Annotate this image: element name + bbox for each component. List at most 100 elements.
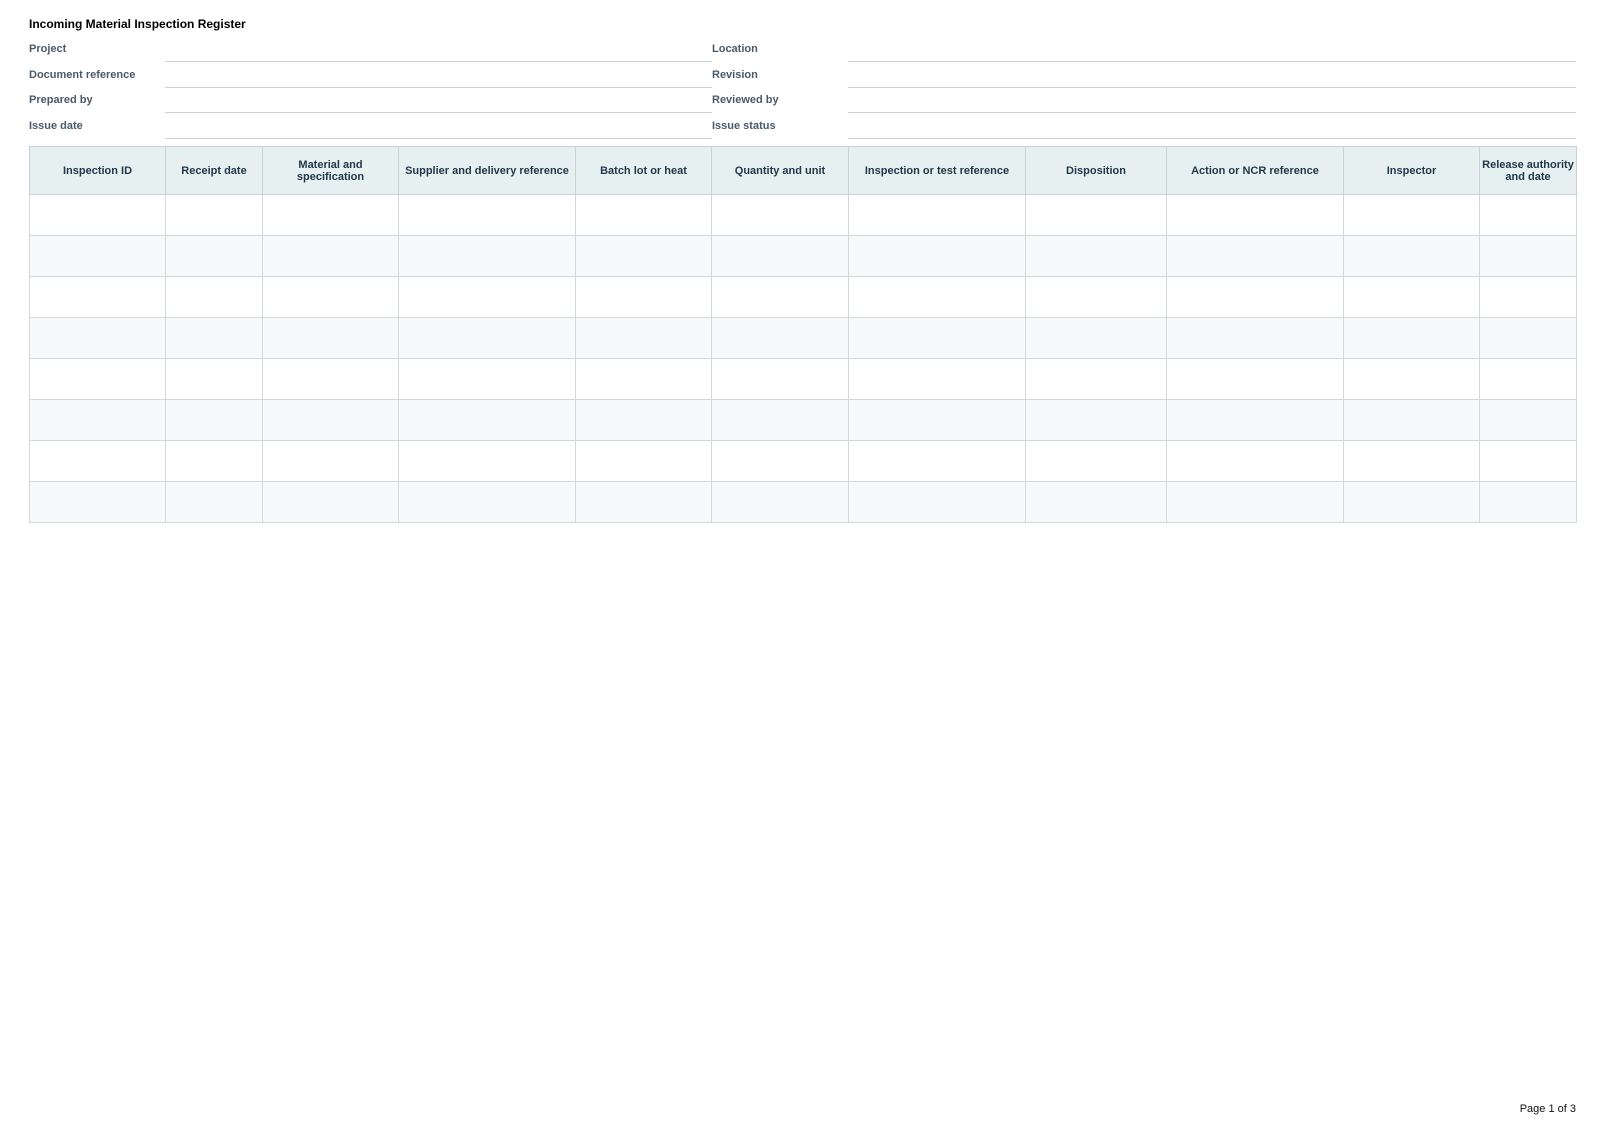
table-cell[interactable] [575,276,712,318]
prepared-by-field[interactable] [165,88,712,113]
table-cell[interactable] [575,358,712,400]
table-row [29,440,1577,482]
table-cell[interactable] [29,194,166,236]
table-cell[interactable] [262,358,399,400]
table-cell[interactable] [1343,440,1480,482]
table-cell[interactable] [711,235,849,277]
table-cell[interactable] [165,440,263,482]
table-cell[interactable] [29,317,166,359]
table-cell[interactable] [262,276,399,318]
table-cell[interactable] [262,235,399,277]
table-cell[interactable] [1343,481,1480,523]
table-cell[interactable] [711,276,849,318]
table-cell[interactable] [1025,276,1167,318]
table-cell[interactable] [29,481,166,523]
issue-date-field[interactable] [165,114,712,139]
table-cell[interactable] [29,399,166,441]
table-cell[interactable] [848,317,1026,359]
table-cell[interactable] [711,317,849,359]
table-cell[interactable] [1479,276,1577,318]
table-cell[interactable] [575,235,712,277]
table-cell[interactable] [1479,481,1577,523]
table-cell[interactable] [1025,358,1167,400]
table-cell[interactable] [29,440,166,482]
table-cell[interactable] [848,481,1026,523]
location-field[interactable] [848,37,1576,62]
table-cell[interactable] [711,194,849,236]
location-label: Location [712,43,758,55]
table-cell[interactable] [1025,194,1167,236]
table-cell[interactable] [1166,276,1344,318]
table-cell[interactable] [711,440,849,482]
table-cell[interactable] [398,235,576,277]
table-cell[interactable] [29,276,166,318]
table-cell[interactable] [165,481,263,523]
project-field[interactable] [165,37,712,62]
table-cell[interactable] [262,440,399,482]
table-cell[interactable] [1166,317,1344,359]
table-cell[interactable] [398,440,576,482]
table-cell[interactable] [1166,399,1344,441]
table-cell[interactable] [575,440,712,482]
table-cell[interactable] [262,481,399,523]
table-row [29,276,1577,318]
table-cell[interactable] [1479,399,1577,441]
table-cell[interactable] [1343,276,1480,318]
table-cell[interactable] [575,481,712,523]
table-cell[interactable] [1343,399,1480,441]
table-cell[interactable] [711,358,849,400]
table-cell[interactable] [1343,235,1480,277]
table-cell[interactable] [1025,440,1167,482]
table-cell[interactable] [29,235,166,277]
table-row [29,358,1577,400]
table-cell[interactable] [848,399,1026,441]
table-cell[interactable] [165,276,263,318]
issue-status-field[interactable] [848,114,1576,139]
table-cell[interactable] [1343,358,1480,400]
table-cell[interactable] [575,194,712,236]
table-cell[interactable] [575,399,712,441]
table-cell[interactable] [165,399,263,441]
table-cell[interactable] [262,194,399,236]
table-cell[interactable] [1166,440,1344,482]
table-cell[interactable] [398,317,576,359]
table-cell[interactable] [1025,399,1167,441]
table-cell[interactable] [1479,440,1577,482]
table-cell[interactable] [711,399,849,441]
table-cell[interactable] [1479,194,1577,236]
table-cell[interactable] [1025,317,1167,359]
table-cell[interactable] [262,399,399,441]
table-cell[interactable] [29,358,166,400]
table-cell[interactable] [575,317,712,359]
table-cell[interactable] [398,399,576,441]
table-cell[interactable] [1166,194,1344,236]
document-reference-field[interactable] [165,63,712,88]
table-cell[interactable] [165,317,263,359]
table-cell[interactable] [1479,235,1577,277]
revision-field[interactable] [848,63,1576,88]
table-cell[interactable] [165,194,263,236]
table-cell[interactable] [1343,317,1480,359]
table-cell[interactable] [1166,358,1344,400]
table-cell[interactable] [1166,235,1344,277]
table-cell[interactable] [848,276,1026,318]
table-cell[interactable] [711,481,849,523]
table-cell[interactable] [848,194,1026,236]
table-cell[interactable] [398,358,576,400]
table-cell[interactable] [398,481,576,523]
table-cell[interactable] [848,358,1026,400]
table-cell[interactable] [1166,481,1344,523]
table-cell[interactable] [262,317,399,359]
table-cell[interactable] [848,440,1026,482]
table-cell[interactable] [1343,194,1480,236]
table-cell[interactable] [165,235,263,277]
table-cell[interactable] [1479,317,1577,359]
table-cell[interactable] [1025,235,1167,277]
table-cell[interactable] [1025,481,1167,523]
table-cell[interactable] [398,194,576,236]
reviewed-by-field[interactable] [848,88,1576,113]
table-cell[interactable] [398,276,576,318]
table-cell[interactable] [1479,358,1577,400]
table-cell[interactable] [165,358,263,400]
table-cell[interactable] [848,235,1026,277]
